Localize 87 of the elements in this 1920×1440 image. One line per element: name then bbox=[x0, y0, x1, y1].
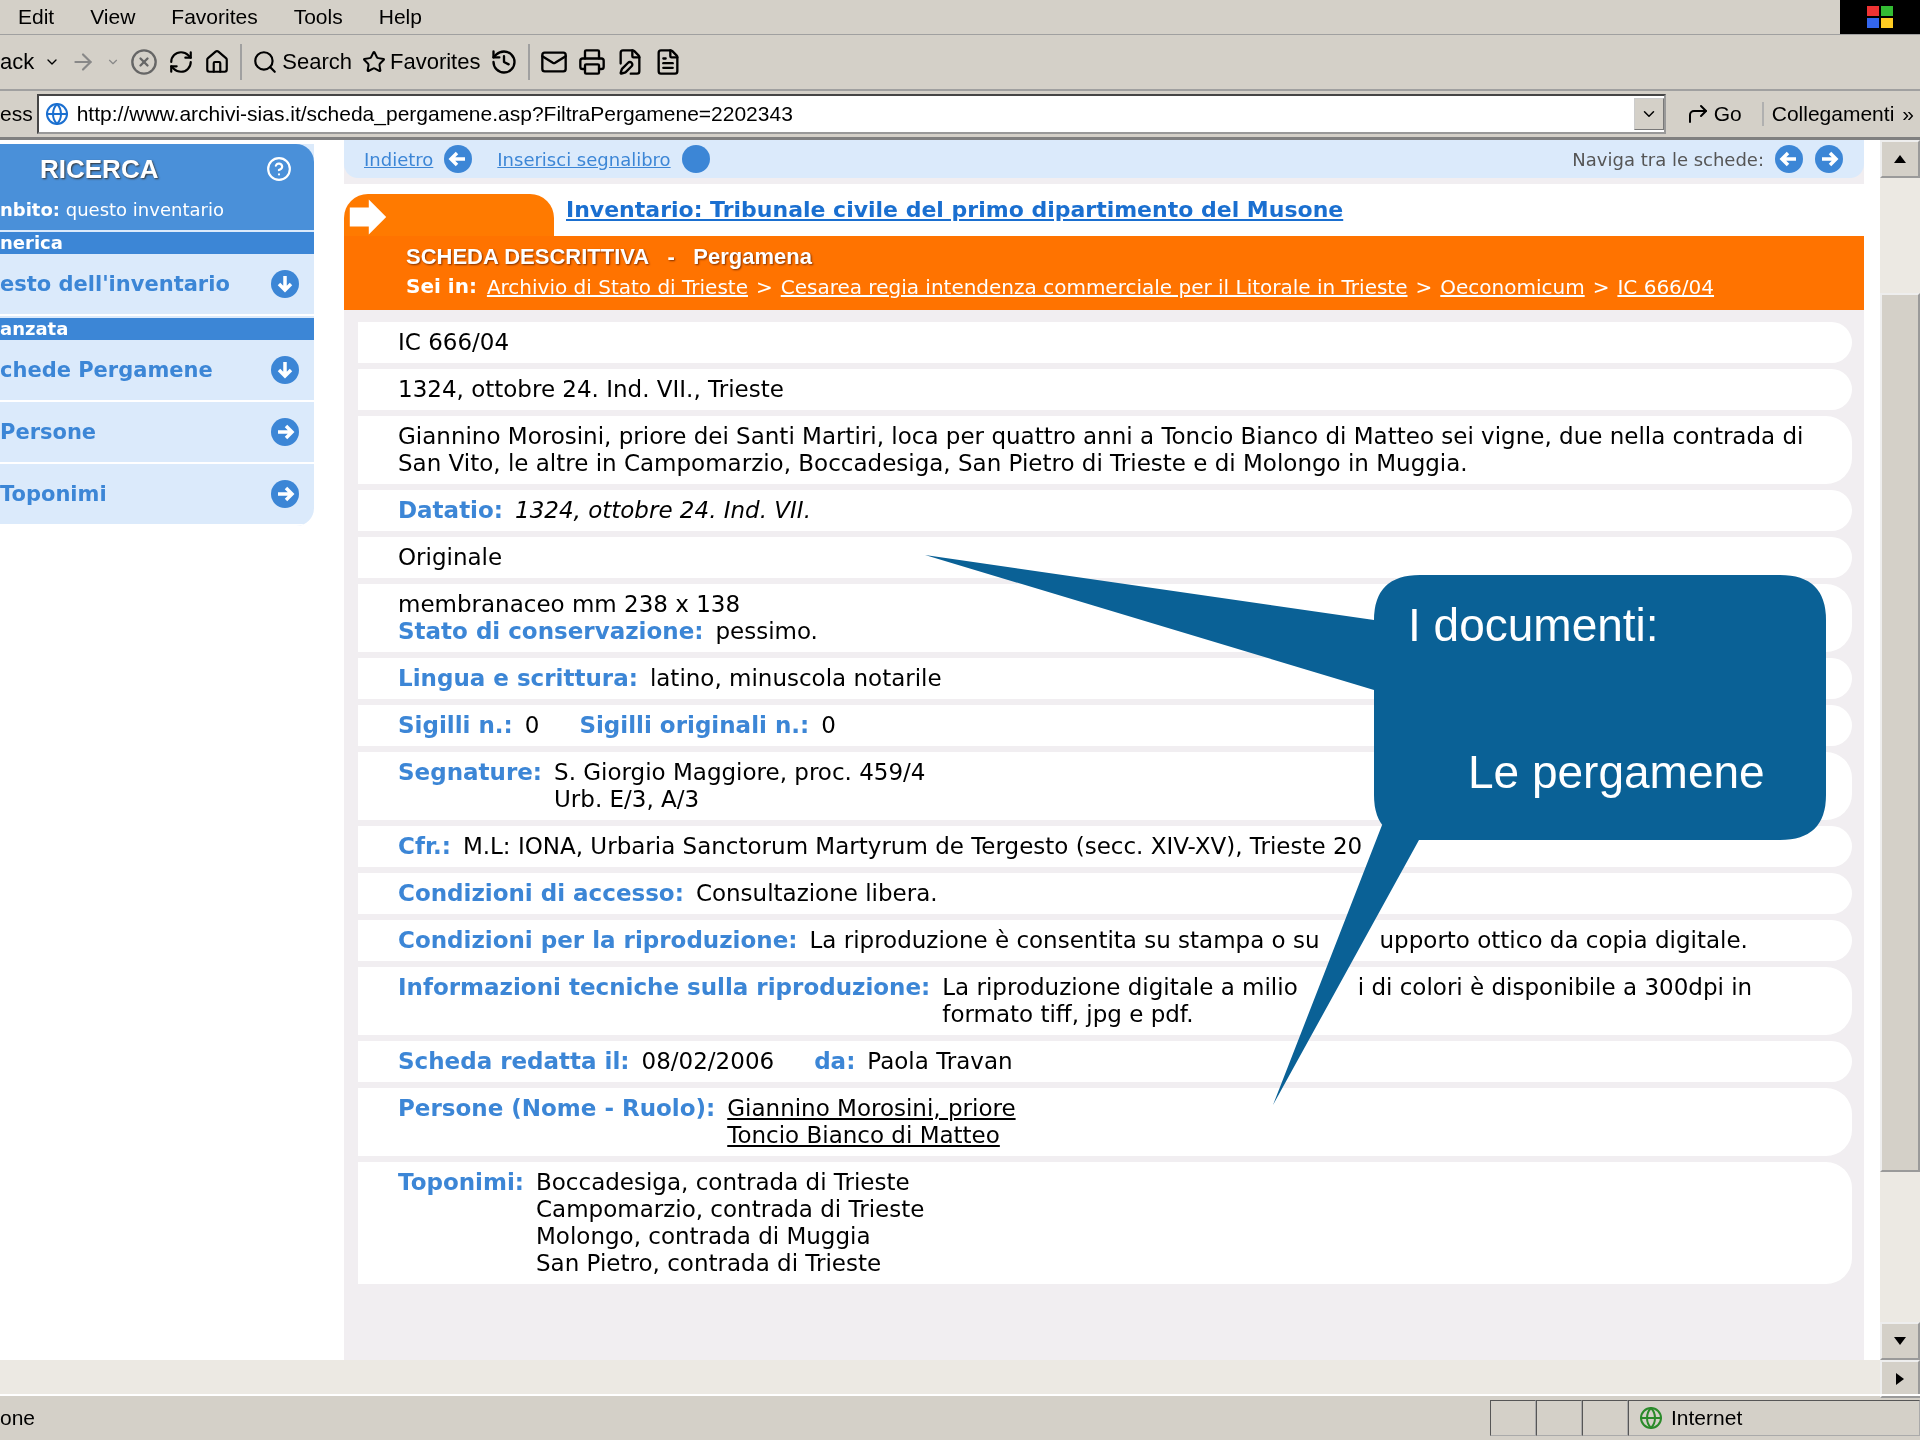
field-label: Persone (Nome - Ruolo): bbox=[398, 1095, 716, 1123]
field-value: pessimo. bbox=[715, 618, 818, 645]
field-value: La riproduzione è consentita su stampa o su bbox=[809, 927, 1320, 953]
globe-icon bbox=[1639, 1406, 1663, 1430]
history-icon[interactable] bbox=[490, 48, 519, 76]
address-field[interactable]: http://www.archivi-sias.it/scheda_pergamene.asp?FiltraPergamene=2202343 bbox=[36, 94, 1666, 134]
field-value: 08/02/2006 bbox=[641, 1048, 775, 1075]
record-text: Originale bbox=[398, 544, 503, 571]
field-value: S. Giorgio Maggiore, proc. 459/4 bbox=[554, 759, 926, 786]
status-text: one bbox=[0, 1406, 37, 1430]
dropdown-button[interactable] bbox=[1633, 98, 1664, 130]
panel-title: RICERCA bbox=[40, 154, 159, 185]
field-value: latino, minuscola notarile bbox=[649, 665, 942, 692]
field-value: 1324, ottobre 24. Ind. VII. bbox=[515, 497, 811, 524]
field-value: i di colori è disponibile a 300dpi in bbox=[1357, 974, 1753, 1000]
field-value: Consultazione libera. bbox=[695, 880, 938, 907]
field-label: da: bbox=[814, 1048, 856, 1075]
windows-logo-icon bbox=[1840, 0, 1920, 34]
field-label: Condizioni per la riproduzione: bbox=[398, 927, 798, 954]
field-value: 0 bbox=[524, 712, 540, 739]
menu-item[interactable]: Tools bbox=[275, 5, 361, 29]
section-header: nerica bbox=[0, 231, 314, 254]
record-text: membranaceo mm 238 x 138 bbox=[398, 591, 741, 618]
field-label: Scheda redatta il: bbox=[398, 1048, 630, 1075]
field-label: Condizioni di accesso: bbox=[398, 880, 684, 907]
search-icon bbox=[252, 49, 279, 75]
field-value: Paola Travan bbox=[867, 1048, 1013, 1075]
field-value: upporto ottico da copia digitale. bbox=[1379, 927, 1748, 953]
field-value: Boccadesiga, contrada di Trieste bbox=[536, 1169, 911, 1196]
url-text: http://www.archivi-sias.it/scheda_pergamene.asp?FiltraPergamene=2202343 bbox=[76, 102, 793, 126]
section-header: anzata bbox=[0, 317, 314, 340]
field-value: formato tiff, jpg e pdf. bbox=[942, 1001, 1195, 1028]
circle-icon[interactable] bbox=[680, 144, 711, 174]
home-icon[interactable] bbox=[204, 49, 231, 75]
breadcrumb-label: Sei in: bbox=[406, 274, 477, 300]
field-value: M.L: IONA, Urbaria Sanctorum Martyrum de Tergesto (secc. XIV-XV), Trieste 20 bbox=[462, 833, 1363, 860]
menu-item[interactable]: Favorites bbox=[153, 5, 276, 29]
callout-heading: I documenti: bbox=[1408, 598, 1659, 652]
status-panel bbox=[1490, 1400, 1536, 1436]
callout-text: Le pergamene bbox=[1468, 745, 1765, 799]
help-icon[interactable] bbox=[266, 156, 292, 182]
nav-label: Naviga tra le schede: bbox=[1572, 148, 1764, 170]
breadcrumb-separator: > bbox=[1592, 275, 1610, 299]
field-label: Sigilli n.: bbox=[398, 712, 513, 739]
record-text: IC 666/04 bbox=[398, 329, 510, 356]
record-text: Giannino Morosini, priore dei Santi Martiri, loca per quattro anni a Toncio Bianco di Matteo sei vigne, due nella contrada di San Vito, le altre in Campomarzio, Boccadesiga, San Pietro di Trieste e di Molongo in Muggia. bbox=[398, 423, 1805, 477]
favorites-button[interactable]: Favorites bbox=[361, 49, 481, 75]
field-value: La riproduzione digitale a milio bbox=[942, 974, 1298, 1000]
field-label: Sigilli originali n.: bbox=[579, 712, 810, 739]
field-label: Cfr.: bbox=[398, 833, 451, 860]
printer-icon[interactable] bbox=[578, 48, 607, 76]
menu-item[interactable]: View bbox=[72, 5, 154, 29]
person-link[interactable]: Toncio Bianco di Matteo bbox=[727, 1122, 1016, 1149]
field-label: Lingua e scrittura: bbox=[398, 665, 638, 692]
field-value: 0 bbox=[821, 712, 836, 739]
arrow-icon bbox=[348, 198, 388, 236]
links-label[interactable]: Collegamenti bbox=[1763, 102, 1903, 126]
page-icon bbox=[44, 102, 69, 126]
breadcrumb-separator: > bbox=[755, 275, 773, 299]
record-text: 1324, ottobre 24. Ind. VII., Trieste bbox=[398, 376, 784, 403]
star-icon bbox=[361, 50, 386, 74]
field-label: Datatio: bbox=[398, 497, 503, 524]
field-value: Urb. E/3, A/3 bbox=[554, 786, 701, 813]
more-chevron[interactable]: » bbox=[1902, 102, 1920, 126]
refresh-icon[interactable] bbox=[168, 49, 195, 75]
status-panel bbox=[1536, 1400, 1582, 1436]
field-label: Informazioni tecniche sulla riproduzione: bbox=[398, 974, 931, 1002]
breadcrumb-separator: > bbox=[1415, 275, 1433, 299]
field-value: San Pietro, contrada di Trieste bbox=[536, 1250, 883, 1277]
search-button[interactable]: Search bbox=[252, 49, 352, 75]
card-title: SCHEDA DESCRITTIVA - Pergamena bbox=[406, 244, 813, 270]
status-panel bbox=[1582, 1400, 1628, 1436]
person-link[interactable]: Giannino Morosini, priore bbox=[727, 1095, 1016, 1122]
field-label: Toponimi: bbox=[398, 1169, 524, 1197]
back-button[interactable]: ack bbox=[0, 49, 35, 75]
stop-icon[interactable] bbox=[130, 48, 159, 76]
field-value: Campomarzio, contrada di Trieste bbox=[536, 1196, 925, 1223]
field-value: Molongo, contrada di Muggia bbox=[536, 1223, 872, 1250]
menu-item[interactable]: Edit bbox=[0, 5, 73, 29]
address-label: ess bbox=[0, 102, 33, 126]
vertical-scrollbar[interactable] bbox=[1880, 140, 1920, 1360]
security-zone: Internet bbox=[1628, 1400, 1920, 1436]
field-label: Segnature: bbox=[398, 759, 543, 787]
menu-item[interactable]: Help bbox=[360, 5, 440, 29]
go-button[interactable]: Go bbox=[1665, 102, 1764, 126]
field-label: Stato di conservazione: bbox=[398, 618, 704, 645]
scope-text: nbito: questo inventario bbox=[0, 199, 225, 220]
